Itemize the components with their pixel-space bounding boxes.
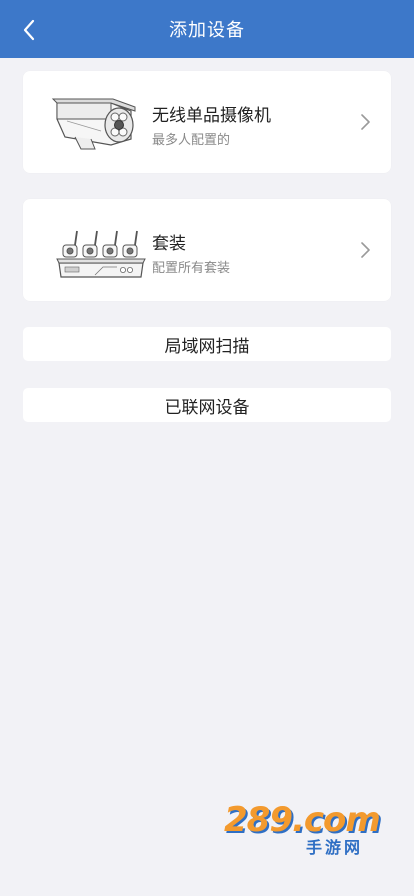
nvr-kit-icon (56, 230, 146, 278)
chevron-right-icon (361, 242, 370, 258)
device-option-kit[interactable]: 套装 配置所有套装 (23, 199, 391, 301)
chevron-right-icon (361, 114, 370, 130)
back-button[interactable] (14, 15, 44, 45)
lan-scan-button[interactable]: 局域网扫描 (23, 327, 391, 361)
watermark-logo: 289.com 手游网 (224, 800, 392, 860)
title-bar: 添加设备 (0, 0, 414, 58)
device-name: 套装 (152, 234, 186, 254)
watermark-subtitle: 手游网 (306, 838, 364, 857)
networked-devices-button[interactable]: 已联网设备 (23, 388, 391, 422)
device-description: 最多人配置的 (152, 133, 231, 148)
device-name: 无线单品摄像机 (152, 106, 271, 126)
page-title: 添加设备 (169, 20, 245, 41)
chevron-left-icon (23, 19, 35, 41)
device-option-single-camera[interactable]: 无线单品摄像机 最多人配置的 (23, 71, 391, 173)
bullet-camera-icon (51, 98, 136, 150)
device-description: 配置所有套装 (152, 261, 231, 276)
